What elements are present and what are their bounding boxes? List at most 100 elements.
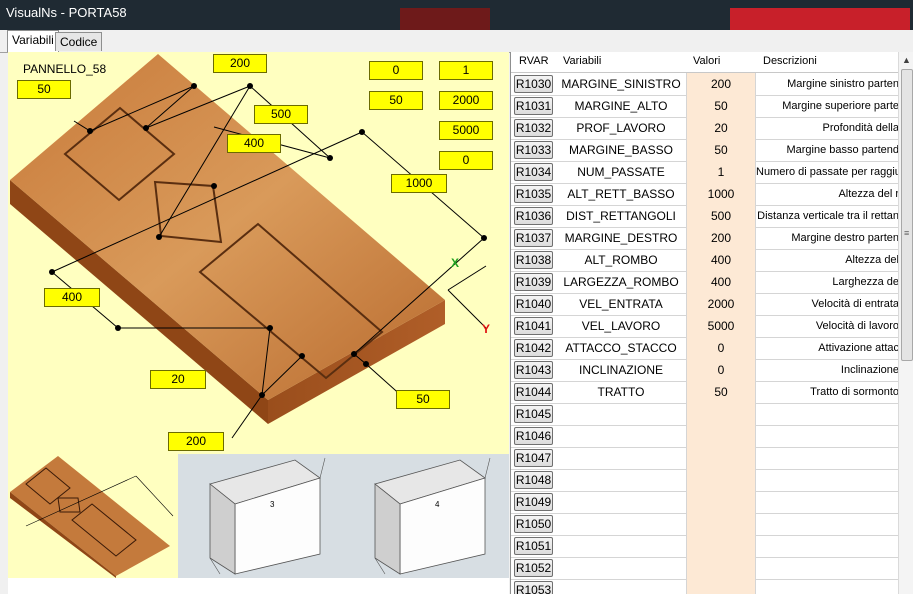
- variable-description-cell[interactable]: Tratto di sormonto: [756, 381, 899, 403]
- rvar-button[interactable]: R1047: [514, 449, 553, 467]
- variable-name-cell[interactable]: MARGINE_ALTO: [556, 95, 687, 117]
- table-row[interactable]: R1037 MARGINE_DESTRO 200 Margine destro par…: [511, 227, 911, 250]
- variable-name-cell[interactable]: [556, 535, 687, 557]
- table-row[interactable]: R1039 LARGEZZA_ROMBO 400 Larghezza de: [511, 271, 911, 294]
- variable-value-cell[interactable]: 1: [687, 161, 756, 183]
- thumbnail-box-4[interactable]: 4: [345, 454, 510, 578]
- variable-description-cell[interactable]: Altezza del: [756, 249, 899, 271]
- variable-value-cell[interactable]: 50: [687, 95, 756, 117]
- variable-value-cell[interactable]: 200: [687, 73, 756, 95]
- variable-name-cell[interactable]: MARGINE_DESTRO: [556, 227, 687, 249]
- rvar-button[interactable]: R1049: [514, 493, 553, 511]
- variable-value-cell[interactable]: [687, 513, 756, 535]
- rvar-button[interactable]: R1048: [514, 471, 553, 489]
- variable-name-cell[interactable]: TRATTO: [556, 381, 687, 403]
- variable-value-cell[interactable]: 50: [687, 381, 756, 403]
- rvar-button[interactable]: R1034: [514, 163, 553, 181]
- variable-value-cell[interactable]: [687, 579, 756, 594]
- table-row[interactable]: R1047: [511, 447, 911, 470]
- table-row[interactable]: R1032 PROF_LAVORO 20 Profondità della: [511, 117, 911, 140]
- variable-description-cell[interactable]: Velocità di entrata: [756, 293, 899, 315]
- variable-name-cell[interactable]: VEL_ENTRATA: [556, 293, 687, 315]
- variable-name-cell[interactable]: [556, 425, 687, 447]
- variable-description-cell[interactable]: Velocità di lavoro: [756, 315, 899, 337]
- rvar-button[interactable]: R1044: [514, 383, 553, 401]
- rvar-button[interactable]: R1040: [514, 295, 553, 313]
- variable-description-cell[interactable]: [756, 513, 899, 535]
- variable-value-cell[interactable]: 0: [687, 359, 756, 381]
- scroll-up-icon[interactable]: ▲: [902, 55, 911, 65]
- variable-description-cell[interactable]: [756, 579, 899, 594]
- variable-value-cell[interactable]: [687, 491, 756, 513]
- tab-codice[interactable]: Codice: [55, 32, 103, 51]
- rvar-button[interactable]: R1053: [514, 581, 553, 594]
- variable-name-cell[interactable]: [556, 579, 687, 594]
- variable-description-cell[interactable]: Numero di passate per raggiu: [756, 161, 899, 183]
- variable-value-cell[interactable]: 50: [687, 139, 756, 161]
- variable-description-cell[interactable]: Attivazione attac: [756, 337, 899, 359]
- table-row[interactable]: R1046: [511, 425, 911, 448]
- rvar-button[interactable]: R1043: [514, 361, 553, 379]
- variable-description-cell[interactable]: Margine basso partend: [756, 139, 899, 161]
- rvar-button[interactable]: R1046: [514, 427, 553, 445]
- rvar-button[interactable]: R1042: [514, 339, 553, 357]
- variable-description-cell[interactable]: Margine destro parten: [756, 227, 899, 249]
- variable-name-cell[interactable]: NUM_PASSATE: [556, 161, 687, 183]
- variable-value-cell[interactable]: 500: [687, 205, 756, 227]
- variable-description-cell[interactable]: [756, 403, 899, 425]
- variable-value-cell[interactable]: [687, 535, 756, 557]
- header-descrizioni[interactable]: Descrizioni: [763, 55, 817, 67]
- rvar-button[interactable]: R1050: [514, 515, 553, 533]
- table-row[interactable]: R1042 ATTACCO_STACCO 0 Attivazione attac: [511, 337, 911, 360]
- rvar-button[interactable]: R1030: [514, 75, 553, 93]
- variable-description-cell[interactable]: [756, 535, 899, 557]
- rvar-button[interactable]: R1032: [514, 119, 553, 137]
- variable-value-cell[interactable]: 400: [687, 249, 756, 271]
- table-row[interactable]: R1044 TRATTO 50 Tratto di sormonto: [511, 381, 911, 404]
- variable-description-cell[interactable]: [756, 447, 899, 469]
- rvar-button[interactable]: R1039: [514, 273, 553, 291]
- table-row[interactable]: R1043 INCLINAZIONE 0 Inclinazione: [511, 359, 911, 382]
- variable-name-cell[interactable]: MARGINE_SINISTRO: [556, 73, 687, 95]
- table-row[interactable]: R1034 NUM_PASSATE 1 Numero di passate per r…: [511, 161, 911, 184]
- table-row[interactable]: R1033 MARGINE_BASSO 50 Margine basso parten…: [511, 139, 911, 162]
- table-row[interactable]: R1045: [511, 403, 911, 426]
- scrollbar-thumb[interactable]: ≡: [901, 69, 913, 361]
- table-row[interactable]: R1049: [511, 491, 911, 514]
- table-row[interactable]: R1052: [511, 557, 911, 580]
- variable-name-cell[interactable]: VEL_LAVORO: [556, 315, 687, 337]
- variable-description-cell[interactable]: [756, 557, 899, 579]
- variable-name-cell[interactable]: ATTACCO_STACCO: [556, 337, 687, 359]
- variable-description-cell[interactable]: [756, 491, 899, 513]
- variable-value-cell[interactable]: [687, 403, 756, 425]
- variable-name-cell[interactable]: [556, 557, 687, 579]
- variable-name-cell[interactable]: ALT_ROMBO: [556, 249, 687, 271]
- variable-value-cell[interactable]: 400: [687, 271, 756, 293]
- table-row[interactable]: R1035 ALT_RETT_BASSO 1000 Altezza del r: [511, 183, 911, 206]
- rvar-button[interactable]: R1037: [514, 229, 553, 247]
- variable-description-cell[interactable]: Inclinazione: [756, 359, 899, 381]
- rvar-button[interactable]: R1031: [514, 97, 553, 115]
- header-rvar[interactable]: RVAR: [519, 55, 549, 67]
- table-row[interactable]: R1051: [511, 535, 911, 558]
- table-row[interactable]: R1036 DIST_RETTANGOLI 500 Distanza vertical…: [511, 205, 911, 228]
- header-valori[interactable]: Valori: [693, 55, 720, 67]
- table-row[interactable]: R1050: [511, 513, 911, 536]
- table-row[interactable]: R1048: [511, 469, 911, 492]
- table-row[interactable]: R1053: [511, 579, 911, 594]
- variable-value-cell[interactable]: 20: [687, 117, 756, 139]
- variable-description-cell[interactable]: Distanza verticale tra il rettan: [756, 205, 899, 227]
- variable-value-cell[interactable]: 0: [687, 337, 756, 359]
- variable-name-cell[interactable]: [556, 491, 687, 513]
- rvar-button[interactable]: R1052: [514, 559, 553, 577]
- variable-description-cell[interactable]: Profondità della: [756, 117, 899, 139]
- variable-name-cell[interactable]: LARGEZZA_ROMBO: [556, 271, 687, 293]
- variable-value-cell[interactable]: [687, 557, 756, 579]
- variable-name-cell[interactable]: [556, 403, 687, 425]
- table-row[interactable]: R1038 ALT_ROMBO 400 Altezza del: [511, 249, 911, 272]
- rvar-button[interactable]: R1041: [514, 317, 553, 335]
- variable-value-cell[interactable]: 2000: [687, 293, 756, 315]
- variable-description-cell[interactable]: Larghezza de: [756, 271, 899, 293]
- variable-name-cell[interactable]: [556, 469, 687, 491]
- rvar-button[interactable]: R1038: [514, 251, 553, 269]
